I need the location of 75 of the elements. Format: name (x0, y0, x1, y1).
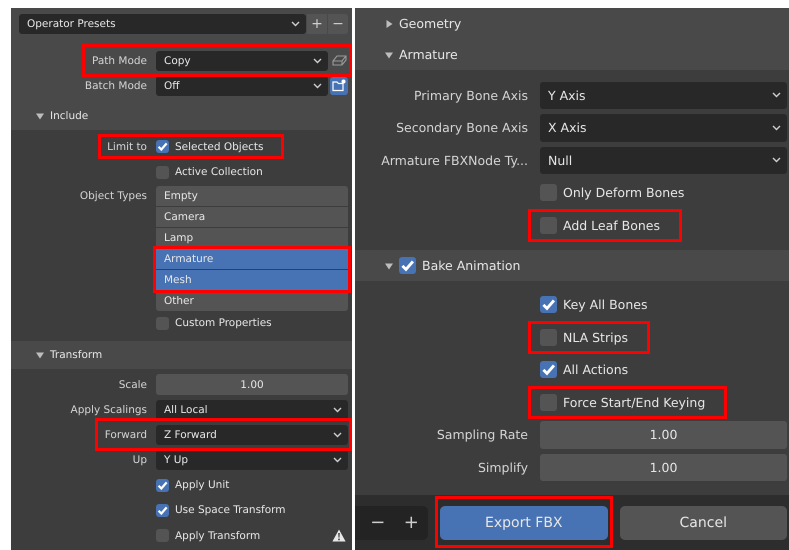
chevron-icon (772, 124, 781, 131)
checkbox[interactable] (540, 361, 557, 378)
box-icon (332, 55, 346, 66)
list-item[interactable]: Mesh (156, 270, 348, 290)
add-button[interactable]: + (307, 14, 327, 34)
section-title: Include (50, 110, 88, 122)
chevron-icon (313, 58, 322, 64)
checkbox-label: Apply Unit (175, 479, 230, 492)
cancel-button[interactable]: Cancel (620, 506, 787, 540)
number-field[interactable]: 1.00 (540, 421, 787, 448)
field-label: Apply Scalings (70, 404, 147, 416)
section-header[interactable]: Transform (11, 340, 352, 369)
remove-button[interactable]: − (328, 14, 348, 34)
section-header[interactable]: Bake Animation (355, 250, 789, 281)
checkbox-label: All Actions (563, 362, 628, 378)
checkbox[interactable] (399, 257, 416, 274)
checkbox-label: Active Collection (175, 166, 263, 178)
preset-dropdown[interactable]: Operator Presets (19, 14, 306, 34)
section-header[interactable]: Geometry (355, 8, 789, 39)
list-item[interactable]: Empty (156, 186, 348, 206)
checkbox-label: NLA Strips (563, 330, 628, 345)
dropdown[interactable]: Z Forward (156, 424, 348, 445)
checkbox[interactable] (540, 296, 557, 314)
folder-icon[interactable] (330, 76, 348, 95)
chevron-icon (313, 82, 322, 89)
field-label: Secondary Bone Axis (396, 120, 528, 136)
field-label: Up (132, 454, 147, 466)
number-field[interactable]: 1.00 (156, 374, 348, 395)
field-label: Forward (104, 428, 147, 441)
dropdown[interactable]: Y Up (156, 450, 348, 470)
chevron-icon (333, 457, 342, 464)
field-label: Scale (118, 378, 147, 391)
field-label: Path Mode (92, 54, 147, 67)
checkbox-label: Only Deform Bones (563, 185, 684, 200)
decrement-button[interactable]: − (370, 512, 386, 533)
field-label: Sampling Rate (436, 427, 528, 442)
confirm-button[interactable]: Export FBX (440, 506, 608, 540)
field-label: Batch Mode (84, 80, 147, 92)
chevron-icon (333, 406, 342, 413)
checkbox-label: Use Space Transform (175, 504, 286, 516)
field-label: Limit to (107, 140, 147, 153)
checkbox[interactable] (156, 478, 169, 492)
chevron-icon (291, 21, 300, 27)
checkbox-label: Add Leaf Bones (563, 218, 660, 233)
checkbox-label: Force Start/End Keying (563, 394, 706, 410)
list-item[interactable]: Armature (156, 248, 348, 269)
field-label: Simplify (478, 460, 528, 475)
section-title: Geometry (399, 16, 462, 31)
checkbox-label: Apply Transform (175, 530, 260, 542)
increment-button[interactable]: + (404, 512, 419, 533)
section-header[interactable]: Armature (355, 39, 789, 70)
chevron-icon (772, 92, 781, 98)
dropdown[interactable]: Copy (156, 50, 328, 71)
dropdown[interactable]: X Axis (540, 114, 787, 142)
section-title: Armature (399, 47, 458, 62)
dropdown[interactable]: Y Axis (540, 82, 787, 109)
list-item[interactable]: Lamp (156, 228, 348, 248)
field-label: Object Types (80, 190, 147, 202)
dropdown[interactable]: Off (156, 76, 328, 96)
section-header[interactable]: Include (11, 102, 352, 130)
checkbox[interactable] (156, 504, 169, 517)
field-label: Armature FBXNode Ty... (381, 152, 528, 168)
checkbox-label: Selected Objects (175, 140, 264, 153)
chevron-icon (333, 432, 342, 438)
section-title: Bake Animation (422, 258, 520, 273)
number-field[interactable]: 1.00 (540, 454, 787, 481)
dropdown[interactable]: Null (540, 146, 787, 174)
chevron-icon (772, 157, 781, 164)
checkbox[interactable] (156, 140, 169, 154)
field-label: Primary Bone Axis (414, 88, 528, 103)
section-title: Transform (50, 348, 102, 361)
list-item[interactable]: Camera (156, 206, 348, 227)
dropdown[interactable]: All Local (156, 400, 348, 420)
checkbox-label: Custom Properties (175, 317, 272, 330)
checkbox-label: Key All Bones (563, 297, 648, 312)
